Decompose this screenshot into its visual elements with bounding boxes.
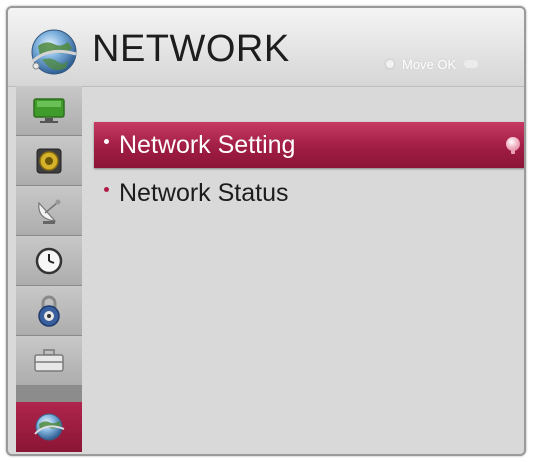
- time-clock-icon: [35, 247, 63, 274]
- menu-item-label: Network Status: [119, 178, 289, 207]
- remote-hint: Move OK: [386, 55, 496, 73]
- sidebar-item-time[interactable]: [16, 236, 82, 286]
- tv-menu-window: NETWORK Move OK Network Setting Network …: [6, 6, 526, 456]
- picture-monitor-icon: [33, 97, 65, 123]
- category-sidebar: [16, 86, 82, 452]
- menu-item-network-status[interactable]: Network Status: [94, 170, 524, 216]
- bullet-icon: [104, 186, 109, 192]
- lock-icon: [38, 295, 60, 327]
- remote-wheel-icon: [386, 60, 394, 68]
- audio-speaker-icon: [36, 148, 62, 173]
- menu-header: NETWORK Move OK: [8, 8, 524, 87]
- sidebar-item-option[interactable]: [16, 336, 82, 386]
- sidebar-item-audio[interactable]: [16, 136, 82, 186]
- pointer-icon: [506, 137, 520, 154]
- network-globe-icon: [30, 29, 77, 75]
- page-title: NETWORK: [92, 28, 290, 70]
- sidebar-item-picture[interactable]: [16, 86, 82, 136]
- bullet-icon: [104, 138, 109, 144]
- sidebar-item-network[interactable]: [16, 402, 82, 452]
- remote-ok-icon: [464, 60, 479, 68]
- channel-satellite-icon: [38, 199, 61, 224]
- menu-item-network-setting[interactable]: Network Setting: [94, 122, 524, 168]
- network-globe-icon: [34, 413, 65, 441]
- menu-content: Network Setting Network Status: [90, 108, 524, 448]
- menu-item-label: Network Setting: [119, 130, 296, 159]
- option-toolbox-icon: [34, 348, 64, 372]
- hint-label: Move OK: [402, 56, 457, 72]
- sidebar-item-lock[interactable]: [16, 286, 82, 336]
- sidebar-item-channel[interactable]: [16, 186, 82, 236]
